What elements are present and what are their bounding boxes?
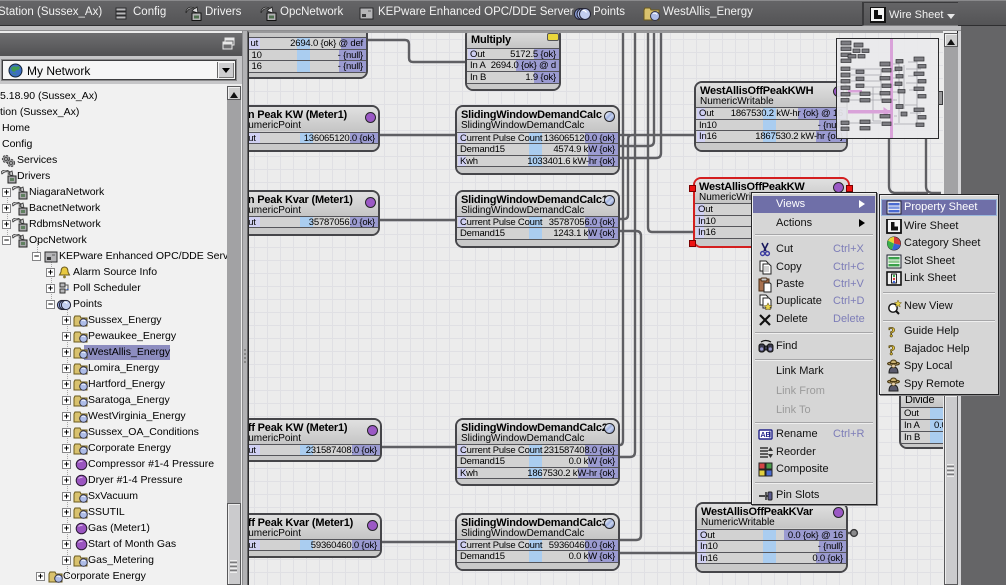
svg-text:?: ?: [888, 325, 896, 340]
svg-text:?: ?: [888, 343, 896, 358]
